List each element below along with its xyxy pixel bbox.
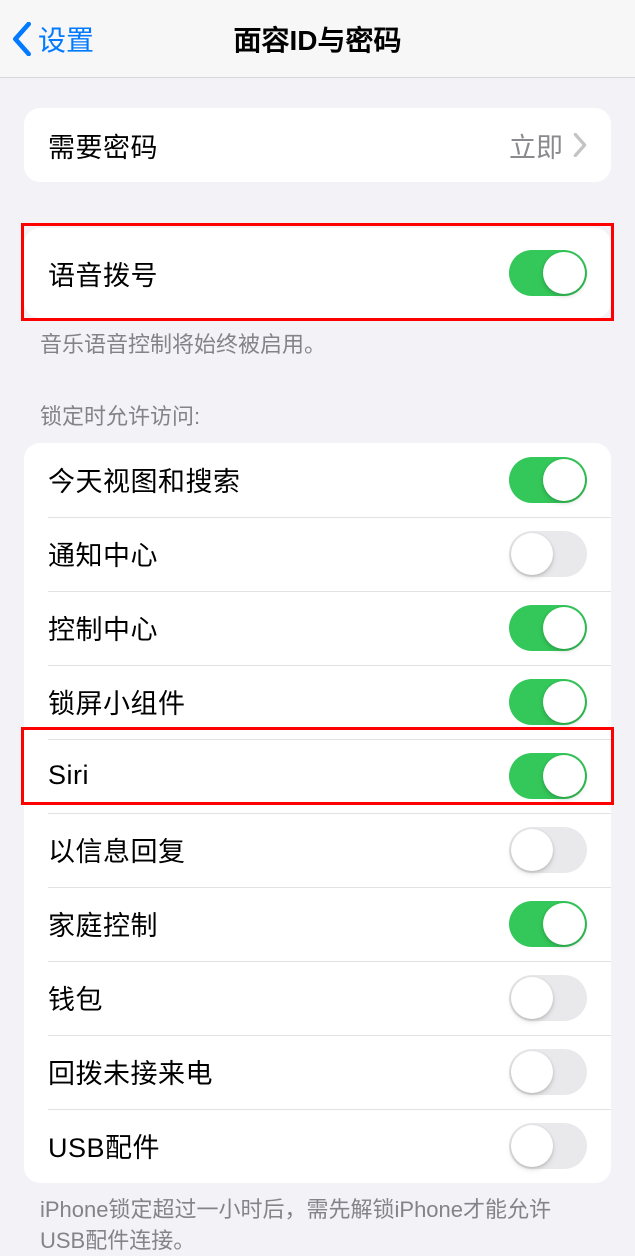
toggle-knob xyxy=(543,681,585,723)
back-button[interactable]: 设置 xyxy=(0,19,94,59)
voice-dial-group: 语音拨号 xyxy=(24,228,611,318)
back-label: 设置 xyxy=(38,19,94,59)
lock-access-row: 回拨未接来电 xyxy=(24,1035,611,1109)
lock-access-toggle[interactable] xyxy=(509,1049,587,1095)
lock-access-footer: iPhone锁定超过一小时后，需先解锁iPhone才能允许USB配件连接。 xyxy=(0,1183,635,1256)
lock-access-row: USB配件 xyxy=(24,1109,611,1183)
lock-access-label: 以信息回复 xyxy=(48,830,186,869)
lock-access-row: 锁屏小组件 xyxy=(24,665,611,739)
lock-access-toggle[interactable] xyxy=(509,827,587,873)
lock-access-label: 家庭控制 xyxy=(48,904,158,943)
lock-access-label: USB配件 xyxy=(48,1126,160,1165)
lock-access-row: 钱包 xyxy=(24,961,611,1035)
require-passcode-value: 立即 xyxy=(509,126,563,165)
lock-access-toggle[interactable] xyxy=(509,1123,587,1169)
voice-dial-footer: 音乐语音控制将始终被启用。 xyxy=(0,318,635,361)
require-passcode-label: 需要密码 xyxy=(48,126,158,165)
lock-access-row: 以信息回复 xyxy=(24,813,611,887)
navigation-bar: 设置 面容ID与密码 xyxy=(0,0,635,78)
toggle-knob xyxy=(543,459,585,501)
toggle-knob xyxy=(543,607,585,649)
toggle-knob xyxy=(511,533,553,575)
lock-access-toggle[interactable] xyxy=(509,457,587,503)
toggle-knob xyxy=(511,1125,553,1167)
toggle-knob xyxy=(511,829,553,871)
page-title: 面容ID与密码 xyxy=(233,19,401,59)
toggle-knob xyxy=(543,903,585,945)
lock-access-toggle[interactable] xyxy=(509,605,587,651)
require-passcode-group: 需要密码 立即 xyxy=(24,108,611,182)
lock-access-toggle[interactable] xyxy=(509,531,587,577)
lock-access-label: 回拨未接来电 xyxy=(48,1052,213,1091)
lock-access-toggle[interactable] xyxy=(509,901,587,947)
lock-access-label: Siri xyxy=(48,760,89,791)
toggle-knob xyxy=(543,252,585,294)
voice-dial-toggle[interactable] xyxy=(509,250,587,296)
require-passcode-row[interactable]: 需要密码 立即 xyxy=(24,108,611,182)
lock-access-row: Siri xyxy=(24,739,611,813)
lock-access-label: 控制中心 xyxy=(48,608,158,647)
lock-access-label: 通知中心 xyxy=(48,534,158,573)
chevron-left-icon xyxy=(12,22,32,56)
toggle-knob xyxy=(543,755,585,797)
lock-access-header: 锁定时允许访问: xyxy=(0,361,635,443)
lock-access-label: 钱包 xyxy=(48,978,103,1017)
lock-access-row: 今天视图和搜索 xyxy=(24,443,611,517)
lock-access-toggle[interactable] xyxy=(509,975,587,1021)
lock-access-group: 今天视图和搜索通知中心控制中心锁屏小组件 Siri 以信息回复家庭控制钱包回拨未接来… xyxy=(24,443,611,1183)
voice-dial-row: 语音拨号 xyxy=(24,228,611,318)
chevron-right-icon xyxy=(573,133,587,157)
toggle-knob xyxy=(511,1051,553,1093)
toggle-knob xyxy=(511,977,553,1019)
lock-access-row: 家庭控制 xyxy=(24,887,611,961)
lock-access-row: 控制中心 xyxy=(24,591,611,665)
lock-access-label: 锁屏小组件 xyxy=(48,682,186,721)
lock-access-toggle[interactable] xyxy=(509,753,587,799)
lock-access-toggle[interactable] xyxy=(509,679,587,725)
lock-access-label: 今天视图和搜索 xyxy=(48,460,241,499)
lock-access-row: 通知中心 xyxy=(24,517,611,591)
voice-dial-label: 语音拨号 xyxy=(48,254,158,293)
